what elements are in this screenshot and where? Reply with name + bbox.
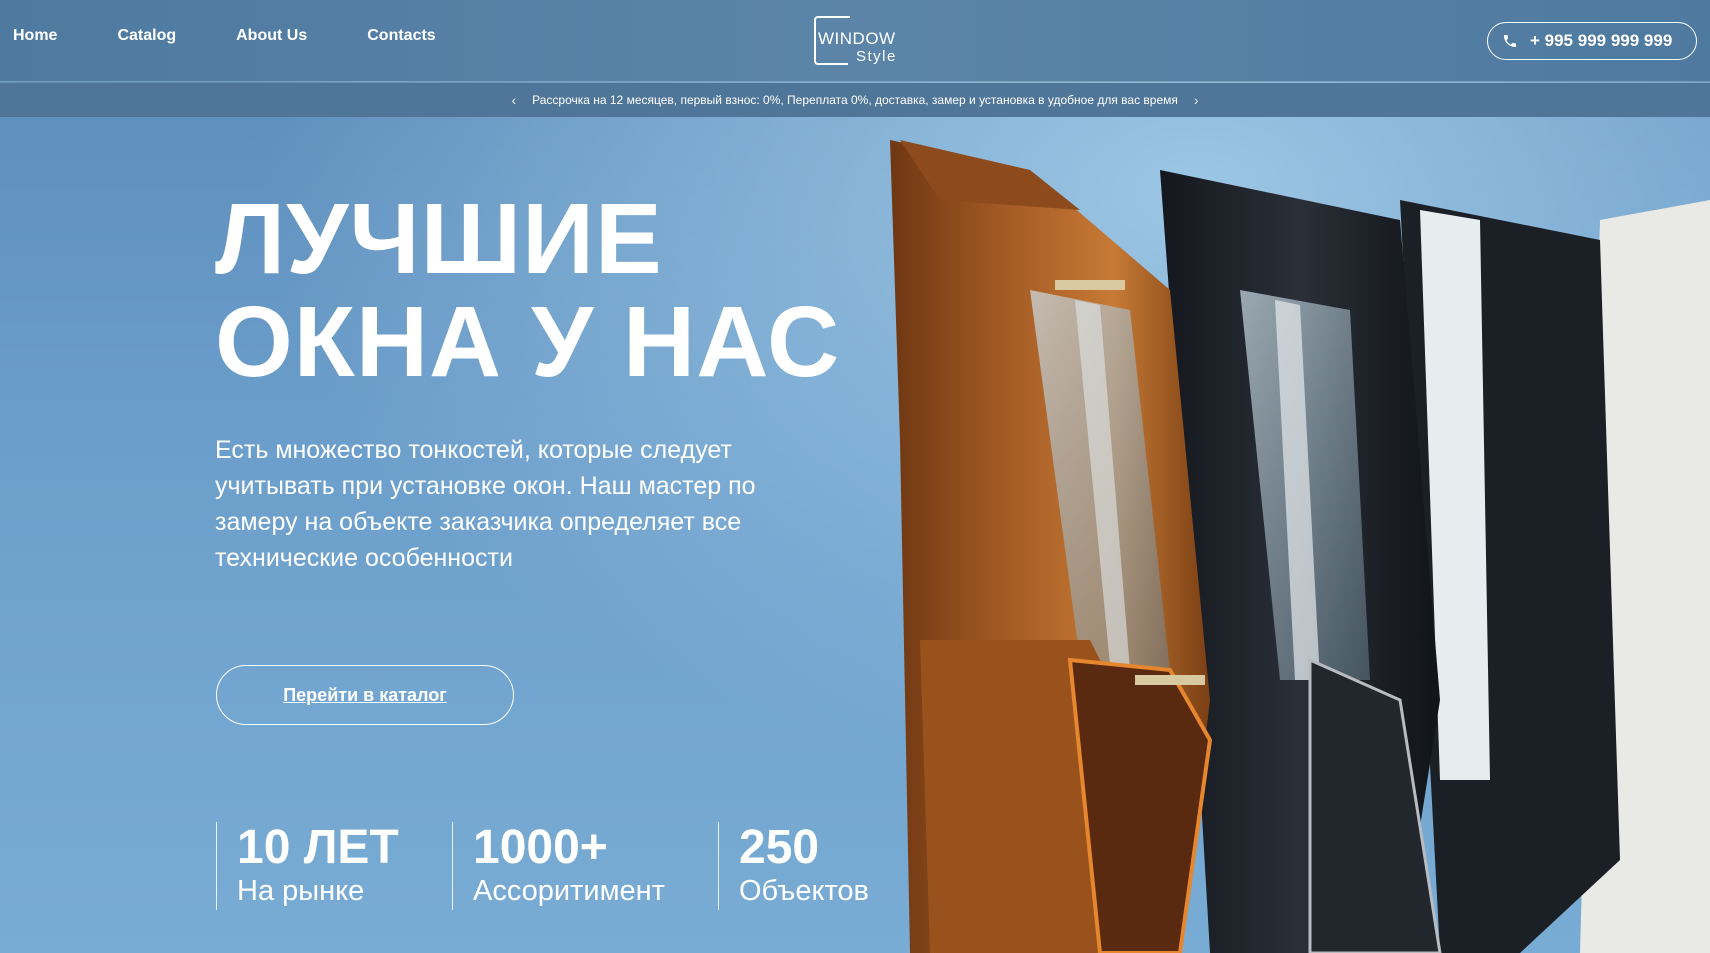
chevron-left-icon[interactable]: ‹ [511,92,516,108]
stat-value: 250 [739,821,820,874]
phone-icon [1504,35,1516,47]
stats: 10 ЛЕТ На рынке 1000+ Ассоритимент 250 О… [216,822,898,910]
stat-objects: 250 Объектов [718,822,898,910]
promo-bar: ‹ Рассрочка на 12 месяцев, первый взнос:… [0,83,1710,117]
chevron-right-icon[interactable]: › [1194,92,1199,108]
nav-catalog[interactable]: Catalog [117,27,176,45]
phone-button[interactable]: + 995 999 999 999 [1487,22,1697,60]
main-nav: Home Catalog About Us Contacts [13,27,496,45]
logo-word: WINDOW [818,29,896,48]
phone-number: + 995 999 999 999 [1530,31,1673,50]
hero-title-line-1: ЛУЧШИЕ [215,183,663,295]
stat-assortment: 1000+ Ассоритимент [452,822,718,910]
stat-value: 1000+ [473,821,608,874]
catalog-cta-button[interactable]: Перейти в каталог [216,665,514,725]
stat-label: Ассоритимент [473,875,665,907]
hero-title: ЛУЧШИЕ ОКНА У НАС [215,188,840,394]
stat-value: 10 ЛЕТ [237,821,399,874]
nav-about-us[interactable]: About Us [236,27,307,45]
promo-text: Рассрочка на 12 месяцев, первый взнос: 0… [532,93,1178,107]
stat-label: Объектов [739,875,869,907]
nav-home[interactable]: Home [13,27,57,45]
stat-years: 10 ЛЕТ На рынке [216,822,452,910]
hero-title-line-2: ОКНА У НАС [215,286,841,398]
site-logo[interactable]: WINDOW Style [814,16,904,66]
nav-contacts[interactable]: Contacts [367,27,435,45]
stat-label: На рынке [237,875,365,907]
window-profiles-image [880,140,1710,953]
site-header: Home Catalog About Us Contacts WINDOW St… [0,0,1710,82]
hero-lead: Есть множество тонкостей, которые следуе… [215,436,756,572]
logo-sub: Style [856,48,897,65]
